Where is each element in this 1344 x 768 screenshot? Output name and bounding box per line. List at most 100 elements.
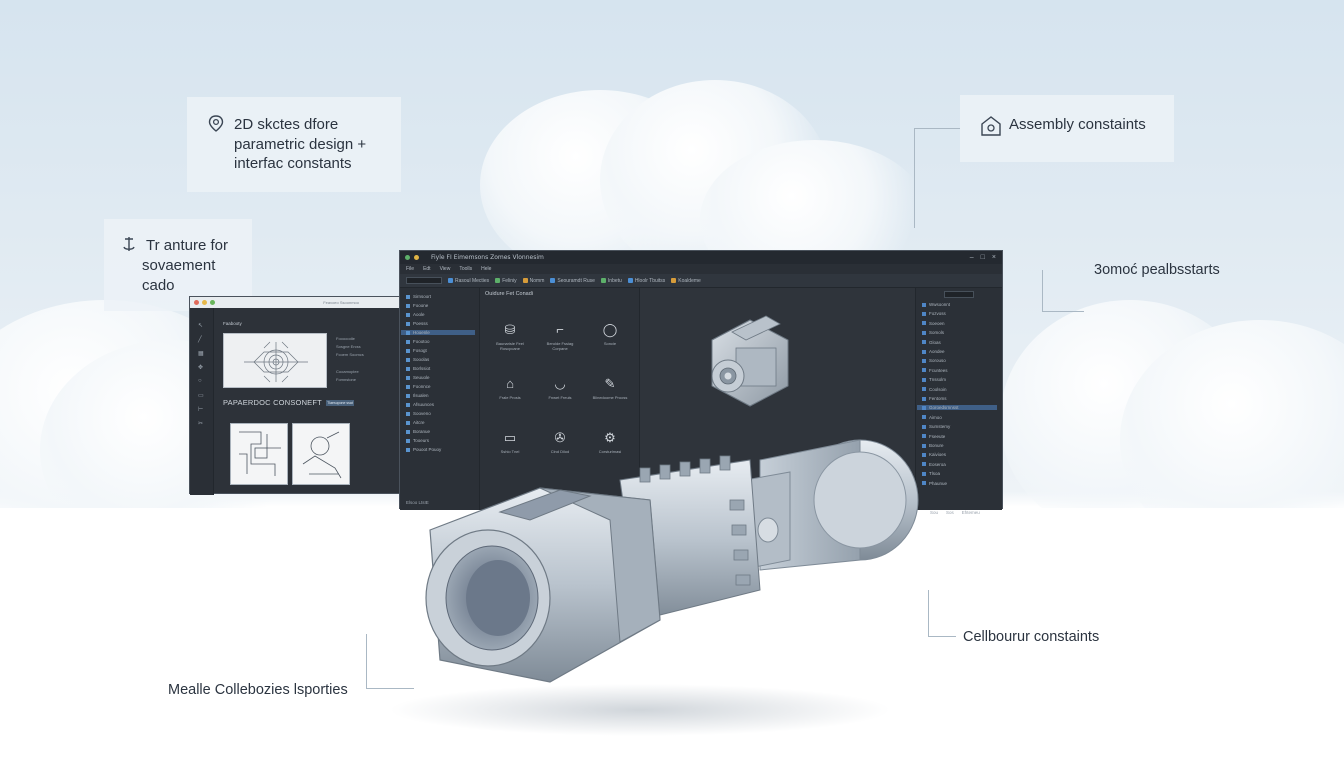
browser-item-label: Wwsoonnt — [929, 302, 951, 307]
home-shield-icon — [980, 114, 1002, 144]
maximize-icon[interactable] — [210, 300, 215, 305]
browser-item[interactable]: Somols — [922, 330, 944, 335]
drawing-pane-right[interactable] — [292, 423, 350, 485]
feature-icon — [406, 357, 410, 362]
feature-tree-item[interactable]: Fosogt — [406, 348, 427, 353]
feature-icon — [406, 402, 410, 407]
close-icon[interactable] — [194, 300, 199, 305]
toolbar-button[interactable]: Hloolr Tbuitss — [627, 278, 665, 284]
feature-icon — [406, 384, 410, 389]
rectangle-tool-icon[interactable]: ▭ — [198, 392, 204, 399]
toolbar-button[interactable]: Koaldeme — [671, 278, 701, 284]
tool-button[interactable]: ⛁ Baunarisle Feel Roscpcane — [490, 322, 530, 351]
tool-button[interactable]: ◡ Fnwet Freuls — [540, 376, 580, 400]
dimension-icon[interactable]: ⊢ — [198, 406, 203, 413]
browser-item[interactable]: Gloas — [922, 340, 941, 345]
trim-icon[interactable]: ✂ — [198, 420, 203, 427]
browser-item[interactable]: Goroedsrnnsst — [917, 405, 997, 411]
circle-tool-icon[interactable]: ○ — [198, 378, 202, 384]
feature-icon — [406, 366, 410, 371]
browser-item-label: Sorouso — [929, 358, 946, 364]
menu-item-edit[interactable]: Edt — [423, 266, 431, 272]
toolbar-button-label: Feliniy — [502, 277, 517, 284]
feature-tree-item[interactable]: Sirnsoort — [406, 294, 431, 299]
toolbar-button-label: Inbetu — [607, 277, 622, 284]
secondary-window-title: Feavoeo Ssoonmoo — [323, 300, 359, 305]
callout-sketch: 2D skctes dfore parametric design + inte… — [187, 97, 401, 192]
feature-tree-label: Sooveno — [413, 411, 431, 416]
toolbar-button[interactable]: Seouramdt Ruse — [550, 278, 595, 284]
browser-item[interactable]: Tnssolm — [922, 377, 946, 382]
menu-item-help[interactable]: Hele — [481, 266, 491, 272]
toolbar-icon — [600, 278, 606, 283]
line-icon[interactable]: ╱ — [198, 336, 202, 343]
folder-icon — [922, 377, 926, 382]
toolbar-button[interactable]: Rasoul Mecties — [448, 278, 489, 284]
toolbar-button[interactable]: Inbetu — [600, 277, 622, 284]
feature-tree-item[interactable]: Borlssiot — [406, 366, 430, 371]
browser-item[interactable]: Wwsoonnt — [922, 302, 950, 307]
feature-tree-item[interactable]: Foootoo — [406, 339, 430, 344]
feature-tree-item[interactable]: Sooveno — [406, 411, 431, 416]
grid-icon[interactable]: ▦ — [198, 350, 204, 357]
secondary-chip[interactable]: Tlaesupone ssat — [326, 400, 354, 406]
feature-tree-item[interactable]: Hooenle — [401, 330, 475, 335]
tool-button[interactable]: ⌐ Berolde Fssiag Corpane — [540, 322, 580, 351]
feature-tree-item[interactable]: Foonnce — [406, 384, 431, 389]
move-icon[interactable]: ✥ — [198, 364, 203, 371]
minimize-icon[interactable]: – — [970, 254, 974, 261]
secondary-window[interactable]: Feavoeo Ssoonmoo ↖ ╱ ▦ ✥ ○ ▭ ⊢ ✂ Faaboot… — [189, 296, 400, 495]
browser-search-input[interactable] — [944, 291, 974, 298]
feature-tree-item[interactable]: Poesss — [406, 321, 428, 326]
feature-tree-item[interactable]: Ilsualen — [406, 393, 429, 398]
menu-item-tools[interactable]: Toolls — [459, 266, 472, 272]
browser-item[interactable]: Aondee — [922, 349, 945, 354]
callout-transfer-line1: Tr anture for — [146, 237, 228, 254]
drawing-pane-left[interactable] — [230, 423, 288, 485]
tool-button[interactable]: ◯ Soncie — [590, 322, 630, 346]
folder-icon — [922, 387, 926, 392]
browser-item[interactable]: Sorouso — [922, 358, 946, 363]
callout-sketch-line1: 2D skctes dfore — [234, 116, 339, 133]
toolbar-button-label: Koaldeme — [678, 277, 701, 284]
menu-item-view[interactable]: View — [440, 266, 451, 272]
feature-tree-label: Hooenle — [413, 330, 430, 335]
folder-icon — [922, 321, 926, 326]
toolbar-button[interactable]: Feliniy — [495, 277, 517, 284]
tool-button[interactable]: ⌂ Frale Prosis — [490, 376, 530, 400]
search-input[interactable] — [406, 277, 442, 284]
tool-button[interactable]: ✎ Blinedoome Prooss — [590, 376, 630, 400]
leader-line — [914, 128, 960, 228]
maximize-icon[interactable]: □ — [981, 254, 985, 261]
feature-tree-item[interactable]: Sooolas — [406, 357, 429, 362]
browser-item[interactable]: Fcuntees — [922, 368, 948, 373]
toolbar-button[interactable]: Nomm — [522, 278, 544, 284]
browser-item[interactable]: Fozvoss — [922, 311, 946, 316]
feature-tree-item[interactable]: Afsuunces — [406, 402, 434, 407]
browser-item-label: Fentoms — [929, 396, 947, 401]
feature-tree-item[interactable]: Fooone — [406, 303, 428, 308]
main-titlebar[interactable]: Fiyle FI Eimemsons Zomes Vlonnesim – □ × — [400, 251, 1002, 264]
drawing-left — [239, 431, 281, 476]
sketch-canvas[interactable] — [223, 333, 327, 388]
feature-tree-label: Fosogt — [413, 348, 427, 353]
pointer-icon[interactable]: ↖ — [198, 322, 203, 329]
browser-item[interactable]: Soeoen — [922, 321, 945, 326]
tool-label: Frale Prosis — [499, 395, 521, 400]
browser-item[interactable]: Fentoms — [922, 396, 947, 401]
callout-sketch-line2: parametric design + — [234, 136, 367, 153]
toolbar-button-label: Rasoul Mecties — [455, 277, 490, 284]
feature-tree-item[interactable]: Seuuole — [406, 375, 430, 380]
pin-icon — [207, 114, 225, 140]
callout-assembly-text: Assembly constaints — [1009, 116, 1146, 133]
tools-panel-title: Ouidure Fet Conadi — [485, 291, 533, 297]
menu-item-file[interactable]: File — [406, 266, 414, 272]
close-icon[interactable]: × — [992, 254, 996, 261]
tool-label: Baunarisle Feel Roscpcane — [496, 341, 524, 351]
minimize-icon[interactable] — [202, 300, 207, 305]
feature-tree-label: Poesss — [413, 321, 428, 326]
browser-item[interactable]: Coolsoin — [922, 387, 947, 392]
feature-tree-item[interactable]: Aoole — [406, 312, 425, 317]
secondary-window-titlebar[interactable]: Feavoeo Ssoonmoo — [190, 297, 399, 308]
folder-icon — [922, 405, 926, 410]
